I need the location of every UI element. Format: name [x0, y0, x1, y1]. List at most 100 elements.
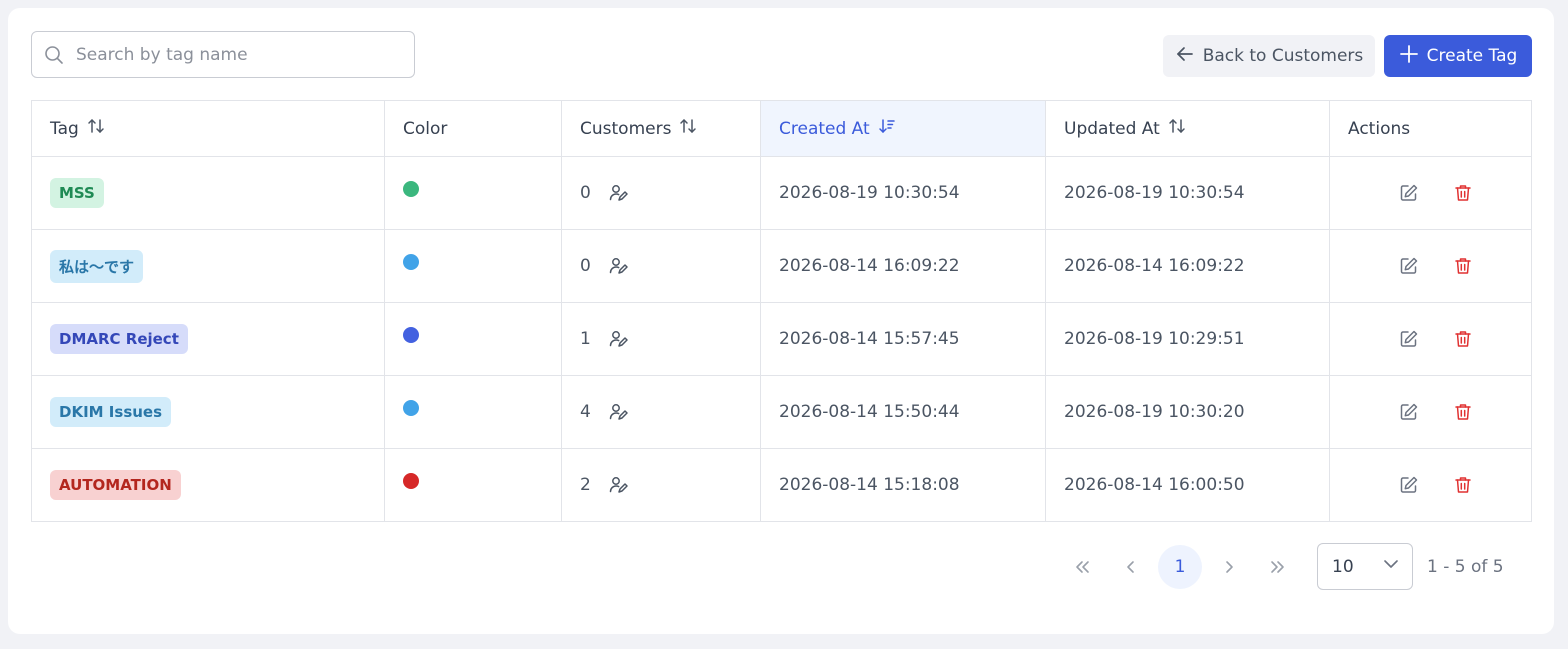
tag-badge[interactable]: MSS — [50, 178, 104, 208]
sort-icon[interactable] — [87, 117, 105, 140]
tag-badge[interactable]: AUTOMATION — [50, 470, 181, 500]
assign-customers-icon[interactable] — [607, 474, 629, 496]
column-header-customers[interactable]: Customers — [561, 100, 761, 157]
created-at-cell: 2026-08-14 15:18:08 — [760, 448, 1046, 522]
sort-icon[interactable] — [679, 117, 697, 140]
arrow-left-icon — [1175, 44, 1195, 69]
column-header-updated-at[interactable]: Updated At — [1045, 100, 1330, 157]
color-cell — [384, 302, 562, 376]
tag-cell: MSS — [31, 156, 385, 230]
column-header-tag[interactable]: Tag — [31, 100, 385, 157]
delete-icon[interactable] — [1452, 328, 1474, 350]
color-cell — [384, 156, 562, 230]
created-at-cell: 2026-08-14 15:57:45 — [760, 302, 1046, 376]
column-header-actions: Actions — [1329, 100, 1532, 157]
edit-icon[interactable] — [1398, 328, 1420, 350]
table-row: 私は～です 0 2026-08-14 16:09:22 2026-08-14 16:0… — [31, 229, 1532, 303]
column-header-color-label: Color — [403, 118, 448, 139]
tag-badge[interactable]: 私は～です — [50, 249, 144, 283]
tag-cell: DKIM Issues — [31, 375, 385, 449]
tag-cell: AUTOMATION — [31, 448, 385, 522]
search-box[interactable] — [31, 31, 415, 78]
column-header-customers-label: Customers — [580, 118, 672, 139]
customers-cell: 4 — [561, 375, 761, 449]
search-input[interactable] — [76, 44, 396, 65]
customer-count: 4 — [580, 402, 591, 422]
column-header-updated-at-label: Updated At — [1064, 118, 1160, 139]
updated-at-cell: 2026-08-14 16:09:22 — [1045, 229, 1330, 303]
sort-descending-icon[interactable] — [878, 117, 896, 140]
delete-icon[interactable] — [1452, 182, 1474, 204]
pagination: 1 10 1 - 5 of 5 — [1060, 543, 1504, 590]
customers-cell: 0 — [561, 156, 761, 230]
column-header-tag-label: Tag — [50, 118, 79, 139]
table-row: MSS 0 2026-08-19 10:30:54 2026-08-19 10:30:… — [31, 156, 1532, 230]
search-icon — [44, 45, 64, 65]
color-dot — [403, 473, 419, 489]
back-to-customers-button[interactable]: Back to Customers — [1163, 35, 1375, 77]
color-cell — [384, 375, 562, 449]
color-cell — [384, 448, 562, 522]
color-dot — [403, 254, 419, 270]
delete-icon[interactable] — [1452, 474, 1474, 496]
column-header-created-at[interactable]: Created At — [760, 100, 1046, 157]
back-to-customers-label: Back to Customers — [1202, 46, 1364, 66]
chevron-down-icon — [1382, 555, 1400, 578]
delete-icon[interactable] — [1452, 401, 1474, 423]
column-header-created-at-label: Created At — [779, 118, 870, 139]
assign-customers-icon[interactable] — [607, 328, 629, 350]
actions-cell — [1329, 229, 1532, 303]
updated-at-cell: 2026-08-19 10:30:54 — [1045, 156, 1330, 230]
tag-cell: DMARC Reject — [31, 302, 385, 376]
plus-icon — [1399, 44, 1419, 69]
assign-customers-icon[interactable] — [607, 401, 629, 423]
updated-at-cell: 2026-08-14 16:00:50 — [1045, 448, 1330, 522]
customers-cell: 2 — [561, 448, 761, 522]
customer-count: 0 — [580, 256, 591, 276]
last-page-icon[interactable] — [1256, 545, 1300, 589]
column-header-color: Color — [384, 100, 562, 157]
color-dot — [403, 327, 419, 343]
table-row: AUTOMATION 2 2026-08-14 15:18:08 2026-08-14… — [31, 448, 1532, 522]
color-dot — [403, 400, 419, 416]
edit-icon[interactable] — [1398, 401, 1420, 423]
actions-cell — [1329, 302, 1532, 376]
tags-table: Tag Color Customers Created At Updated A… — [31, 100, 1532, 522]
tag-badge[interactable]: DMARC Reject — [50, 324, 188, 354]
created-at-cell: 2026-08-14 15:50:44 — [760, 375, 1046, 449]
customer-count: 2 — [580, 475, 591, 495]
tag-badge[interactable]: DKIM Issues — [50, 397, 172, 427]
table-header-row: Tag Color Customers Created At Updated A… — [31, 100, 1532, 157]
created-at-cell: 2026-08-14 16:09:22 — [760, 229, 1046, 303]
customers-cell: 1 — [561, 302, 761, 376]
pagination-range: 1 - 5 of 5 — [1427, 556, 1504, 577]
assign-customers-icon[interactable] — [607, 182, 629, 204]
actions-cell — [1329, 375, 1532, 449]
create-tag-label: Create Tag — [1426, 46, 1518, 66]
page-button-1[interactable]: 1 — [1158, 544, 1202, 589]
table-row: DMARC Reject 1 2026-08-14 15:57:45 2026-08-… — [31, 302, 1532, 376]
color-dot — [403, 181, 419, 197]
page-size-value: 10 — [1332, 556, 1354, 577]
actions-cell — [1329, 448, 1532, 522]
edit-icon[interactable] — [1398, 182, 1420, 204]
sort-icon[interactable] — [1168, 117, 1186, 140]
create-tag-button[interactable]: Create Tag — [1384, 35, 1532, 77]
actions-cell — [1329, 156, 1532, 230]
updated-at-cell: 2026-08-19 10:30:20 — [1045, 375, 1330, 449]
tag-cell: 私は～です — [31, 229, 385, 303]
color-cell — [384, 229, 562, 303]
edit-icon[interactable] — [1398, 474, 1420, 496]
column-header-actions-label: Actions — [1348, 118, 1411, 139]
page-size-select[interactable]: 10 — [1317, 543, 1413, 590]
previous-page-icon[interactable] — [1109, 545, 1153, 589]
table-row: DKIM Issues 4 2026-08-14 15:50:44 2026-08-1… — [31, 375, 1532, 449]
first-page-icon[interactable] — [1060, 545, 1104, 589]
assign-customers-icon[interactable] — [607, 255, 629, 277]
next-page-icon[interactable] — [1207, 545, 1251, 589]
created-at-cell: 2026-08-19 10:30:54 — [760, 156, 1046, 230]
customer-count: 0 — [580, 183, 591, 203]
delete-icon[interactable] — [1452, 255, 1474, 277]
customers-cell: 0 — [561, 229, 761, 303]
edit-icon[interactable] — [1398, 255, 1420, 277]
